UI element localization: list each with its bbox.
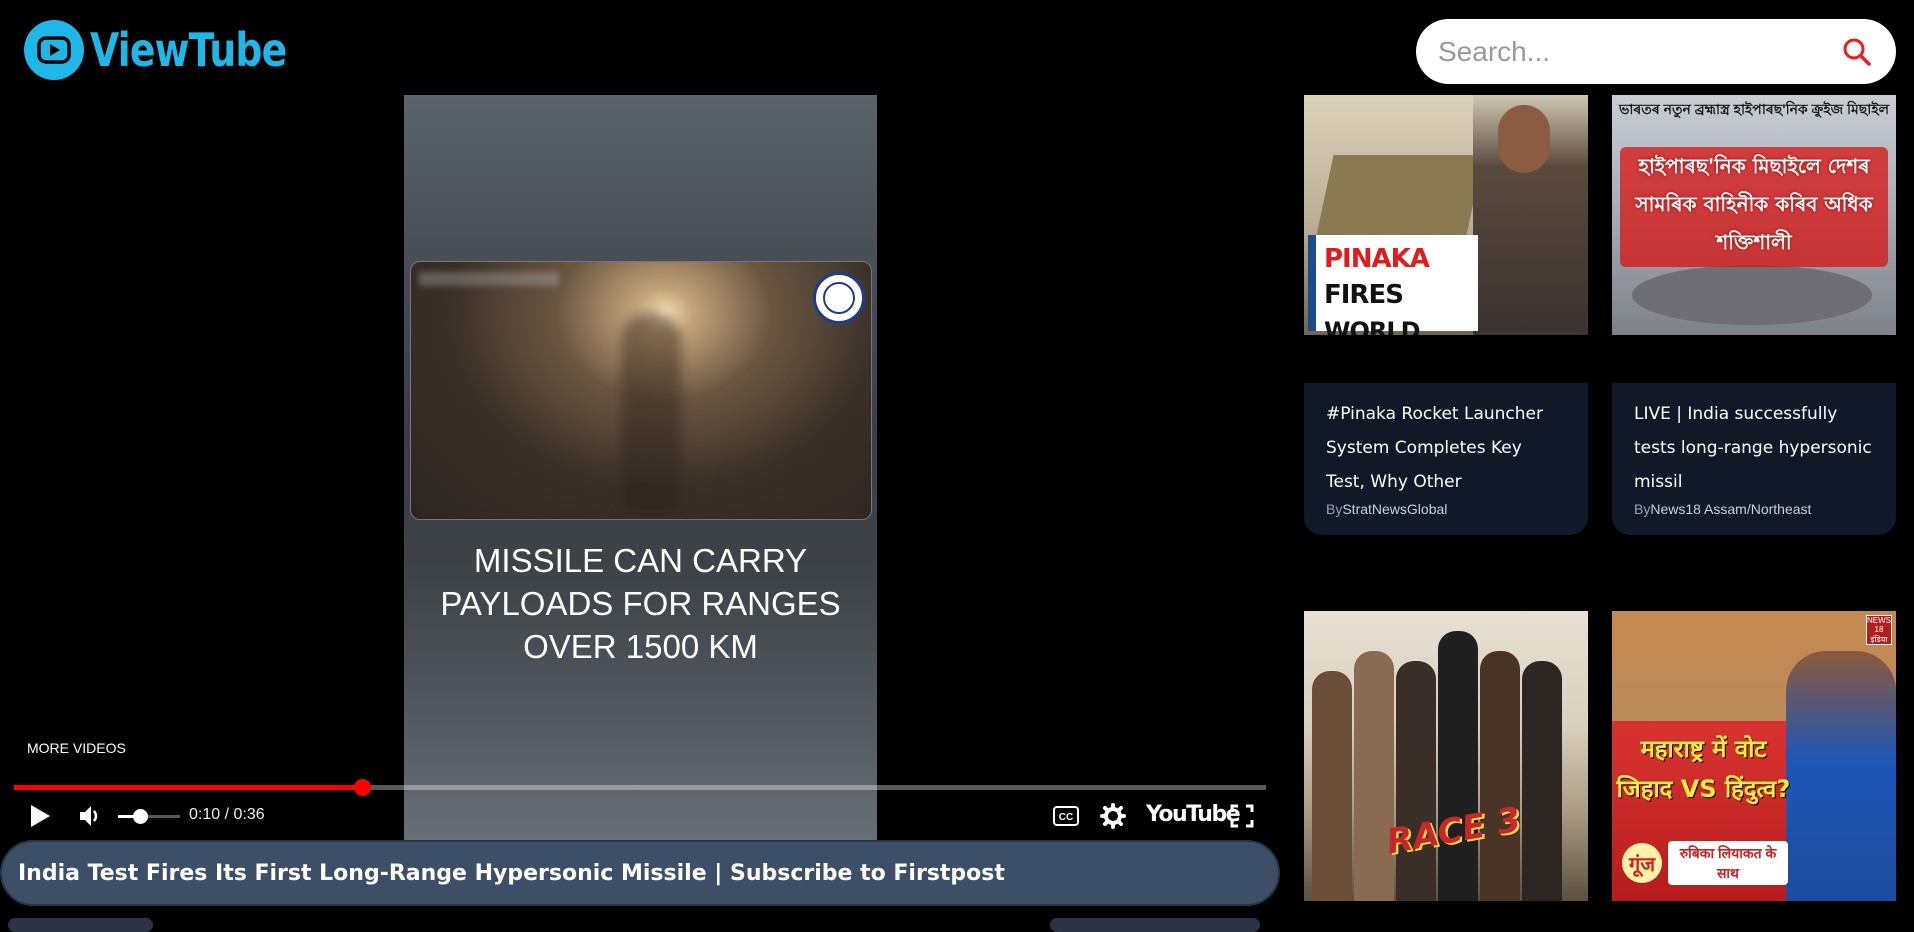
action-button-right[interactable] [1050, 918, 1260, 932]
emblem-icon [813, 272, 865, 324]
video-thumbnail[interactable]: RACE 3 [1304, 611, 1588, 901]
video-frame[interactable]: MISSILE CAN CARRY PAYLOADS FOR RANGES OV… [404, 95, 877, 840]
cc-icon: CC [1053, 806, 1079, 826]
video-thumbnail[interactable]: NEWS 18 इंडिया महाराष्ट्र में वोट जिहाद … [1612, 611, 1896, 901]
search-bar[interactable] [1416, 19, 1896, 84]
time-display: 0:10 / 0:36 [189, 806, 265, 823]
clip-caption: MISSILE CAN CARRY PAYLOADS FOR RANGES OV… [440, 542, 841, 665]
thumbnail-subline: रुबिका लियाकत के साथ [1668, 841, 1788, 885]
fullscreen-icon [1230, 804, 1254, 828]
thumbnail-text: PINAKA FIRES WORLD CRAVES [1308, 235, 1478, 335]
volume-thumb[interactable] [132, 809, 148, 824]
thumbnail-text: ভাৰতৰ নতুন ব্ৰহ্মাস্ত্ৰ হাইপাৰছ'নিক ক্ৰু… [1618, 101, 1890, 117]
missile-clip [410, 261, 872, 520]
fullscreen-button[interactable] [1228, 802, 1256, 830]
video-title: India Test Fires Its First Long-Range Hy… [18, 860, 1005, 886]
video-thumbnail[interactable]: PINAKA FIRES WORLD CRAVES [1304, 95, 1588, 335]
thumbnail-headline: महाराष्ट्र में वोट जिहाद VS हिंदुत्व? [1616, 735, 1791, 803]
play-button[interactable] [26, 803, 54, 829]
search-icon[interactable] [1840, 35, 1874, 69]
progress-fill [14, 785, 362, 790]
svg-text:CC: CC [1059, 812, 1073, 823]
show-logo: गूंज [1622, 843, 1662, 883]
recommendation-card[interactable]: RACE 3 [1304, 611, 1588, 901]
volume-icon [80, 806, 98, 826]
recommendation-card[interactable]: PINAKA FIRES WORLD CRAVES #Pinaka Rocket… [1304, 95, 1588, 540]
mute-button[interactable] [76, 803, 104, 829]
player-controls: 0:10 / 0:36 CC YouTube [0, 795, 1280, 835]
app-logo[interactable]: ViewTube [24, 20, 329, 80]
video-player[interactable]: MISSILE CAN CARRY PAYLOADS FOR RANGES OV… [0, 95, 1280, 840]
video-title-bar: India Test Fires Its First Long-Range Hy… [0, 840, 1280, 906]
card-author: ByNews18 Assam/Northeast [1634, 501, 1812, 517]
volume-slider[interactable] [118, 809, 180, 824]
progress-scrubber[interactable] [353, 779, 371, 796]
youtube-brand-link[interactable]: YouTube [1146, 802, 1241, 827]
more-videos-link[interactable]: MORE VIDEOS [27, 740, 126, 756]
recommendation-card[interactable]: NEWS 18 इंडिया महाराष्ट्र में वोट जिहाद … [1612, 611, 1896, 901]
blurred-watermark [419, 272, 559, 286]
card-author: ByStratNewsGlobal [1326, 501, 1448, 517]
thumbnail-headline: হাইপাৰছ'নিক মিছাইলে দেশৰ সামৰিক বাহিনীক … [1620, 147, 1888, 267]
card-info: #Pinaka Rocket Launcher System Completes… [1304, 383, 1588, 535]
card-title[interactable]: #Pinaka Rocket Launcher System Completes… [1326, 397, 1566, 499]
gear-icon [1100, 803, 1126, 829]
play-icon [31, 805, 50, 827]
action-button-left[interactable] [8, 918, 153, 932]
play-icon [24, 20, 84, 80]
search-input[interactable] [1438, 35, 1840, 68]
video-thumbnail[interactable]: ভাৰতৰ নতুন ব্ৰহ্মাস্ত্ৰ হাইপাৰছ'নিক ক্ৰু… [1612, 95, 1896, 335]
settings-button[interactable] [1099, 802, 1127, 830]
card-info: LIVE | India successfully tests long-ran… [1612, 383, 1896, 535]
card-title[interactable]: LIVE | India successfully tests long-ran… [1634, 397, 1874, 499]
recommendation-card[interactable]: ভাৰতৰ নতুন ব্ৰহ্মাস্ত্ৰ হাইপাৰছ'নিক ক্ৰু… [1612, 95, 1896, 540]
app-name: ViewTube [90, 23, 287, 77]
progress-bar[interactable] [14, 779, 1266, 796]
channel-badge: NEWS 18 इंडिया [1866, 615, 1892, 645]
smoke-plume [621, 312, 681, 512]
captions-button[interactable]: CC [1052, 803, 1080, 829]
